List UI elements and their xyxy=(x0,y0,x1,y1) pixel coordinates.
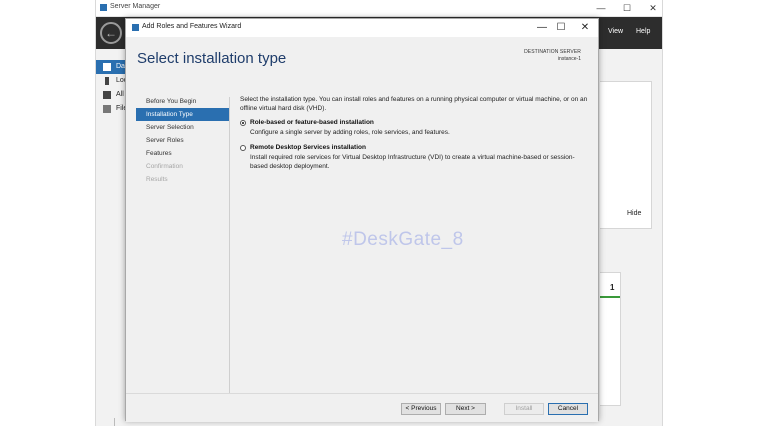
back-arrow-icon[interactable]: ← xyxy=(100,22,122,44)
menu-help[interactable]: Help xyxy=(636,28,650,35)
dashboard-icon xyxy=(103,63,111,71)
option-role-based[interactable]: Role-based or feature-based installation… xyxy=(240,119,590,137)
server-manager-app-icon xyxy=(100,4,107,11)
destination-server-value: instance-1 xyxy=(557,56,581,62)
step-server-roles[interactable]: Server Roles xyxy=(136,134,229,147)
tile-status-bar xyxy=(600,296,620,298)
radio-role-based[interactable] xyxy=(240,120,246,126)
tile-count: 1 xyxy=(610,283,615,292)
install-button: Install xyxy=(504,403,544,415)
step-features[interactable]: Features xyxy=(136,147,229,160)
server-manager-titlebar: Server Manager — ☐ ✕ xyxy=(96,0,662,17)
installation-type-content: Select the installation type. You can in… xyxy=(240,95,590,171)
wizard-body: Select installation type DESTINATION SER… xyxy=(126,37,598,403)
option-remote-desktop[interactable]: Remote Desktop Services installation Ins… xyxy=(240,144,590,171)
destination-server-label: DESTINATION SERVER xyxy=(524,49,581,55)
step-server-selection[interactable]: Server Selection xyxy=(136,121,229,134)
maximize-icon[interactable]: ☐ xyxy=(553,21,569,35)
server-manager-title: Server Manager xyxy=(110,3,161,10)
servers-icon xyxy=(103,91,111,99)
close-icon[interactable]: ✕ xyxy=(646,2,660,14)
nav-item-label: Da xyxy=(116,63,125,70)
option-description: Configure a single server by adding role… xyxy=(250,129,450,136)
step-confirmation: Confirmation xyxy=(146,163,183,170)
nav-item-local-server[interactable]: Loc xyxy=(96,74,127,88)
hide-link[interactable]: Hide xyxy=(627,210,641,217)
dashboard-tile xyxy=(600,272,621,406)
intro-text: Select the installation type. You can in… xyxy=(240,96,588,112)
nav-item-all-servers[interactable]: All xyxy=(96,88,126,102)
cancel-button[interactable]: Cancel xyxy=(548,403,588,415)
minimize-icon[interactable]: — xyxy=(534,21,550,35)
next-button[interactable]: Next > xyxy=(445,403,486,415)
divider xyxy=(114,418,115,426)
close-icon[interactable]: ✕ xyxy=(577,21,593,35)
step-installation-type[interactable]: Installation Type xyxy=(136,108,229,121)
wizard-titlebar: Add Roles and Features Wizard — ☐ ✕ xyxy=(126,19,598,37)
wizard-app-icon xyxy=(132,24,139,31)
page-title: Select installation type xyxy=(137,50,287,67)
steps-divider xyxy=(229,97,230,403)
step-before-you-begin[interactable]: Before You Begin xyxy=(136,95,229,108)
watermark: #DeskGate_8 xyxy=(342,229,464,250)
server-manager-nav: Da Loc All File xyxy=(96,60,127,116)
radio-remote-desktop[interactable] xyxy=(240,145,246,151)
wizard-title: Add Roles and Features Wizard xyxy=(142,23,242,30)
option-title[interactable]: Role-based or feature-based installation xyxy=(250,119,590,127)
previous-button[interactable]: < Previous xyxy=(401,403,441,415)
server-icon xyxy=(105,77,109,85)
dashboard-panel xyxy=(600,81,652,229)
wizard-steps: Before You Begin Installation Type Serve… xyxy=(136,95,229,186)
nav-item-label: All xyxy=(116,91,124,98)
maximize-icon[interactable]: ☐ xyxy=(620,2,634,14)
menu-view[interactable]: View xyxy=(608,28,623,35)
wizard-footer: < Previous Next > Install Cancel xyxy=(126,393,598,422)
option-title[interactable]: Remote Desktop Services installation xyxy=(250,144,590,152)
add-roles-wizard-dialog: Add Roles and Features Wizard — ☐ ✕ Sele… xyxy=(125,18,599,422)
minimize-icon[interactable]: — xyxy=(594,2,608,14)
option-description: Install required role services for Virtu… xyxy=(250,154,575,170)
nav-item-file-services[interactable]: File xyxy=(96,102,127,116)
nav-item-dashboard[interactable]: Da xyxy=(96,60,126,74)
step-results: Results xyxy=(146,176,168,183)
file-services-icon xyxy=(103,105,111,113)
